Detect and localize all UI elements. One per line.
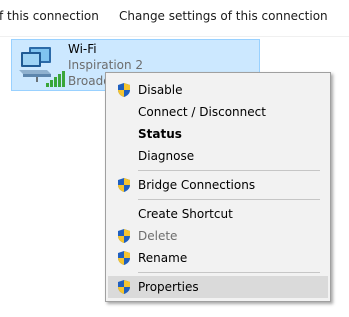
menu-item-label: Disable <box>138 83 183 97</box>
adapter-network-name: Inspiration 2 <box>68 58 144 72</box>
uac-shield-icon <box>118 83 130 97</box>
command-bar: f this connection Change settings of thi… <box>0 0 349 37</box>
menu-item-properties[interactable]: Properties <box>108 276 328 298</box>
menu-item-bridge-connections[interactable]: Bridge Connections <box>108 174 328 196</box>
menu-separator <box>138 170 320 171</box>
menu-item-label: Diagnose <box>138 149 195 163</box>
menu-item-label: Create Shortcut <box>138 207 233 221</box>
menu-separator <box>138 199 320 200</box>
menu-item-diagnose[interactable]: Diagnose <box>108 145 328 167</box>
menu-item-delete[interactable]: Delete <box>108 225 328 247</box>
menu-item-label: Connect / Disconnect <box>138 105 266 119</box>
menu-item-connect-disconnect[interactable]: Connect / Disconnect <box>108 101 328 123</box>
menu-item-disable[interactable]: Disable <box>108 79 328 101</box>
adapter-name: Wi-Fi <box>68 42 97 56</box>
menu-item-create-shortcut[interactable]: Create Shortcut <box>108 203 328 225</box>
uac-shield-icon <box>118 178 130 192</box>
change-settings-button[interactable]: Change settings of this connection <box>119 9 328 23</box>
menu-item-label: Delete <box>138 229 178 243</box>
rename-connection-button[interactable]: f this connection <box>0 9 99 23</box>
context-menu: Disable Connect / Disconnect Status Diag… <box>105 72 331 302</box>
uac-shield-icon <box>118 280 130 294</box>
wifi-adapter-icon <box>19 47 65 87</box>
menu-item-label: Rename <box>138 251 188 265</box>
menu-item-label: Status <box>138 127 182 141</box>
uac-shield-icon <box>118 229 130 243</box>
menu-item-label: Bridge Connections <box>138 178 256 192</box>
menu-item-status[interactable]: Status <box>108 123 328 145</box>
menu-item-label: Properties <box>138 280 199 294</box>
menu-item-rename[interactable]: Rename <box>108 247 328 269</box>
menu-separator <box>138 272 320 273</box>
uac-shield-icon <box>118 251 130 265</box>
